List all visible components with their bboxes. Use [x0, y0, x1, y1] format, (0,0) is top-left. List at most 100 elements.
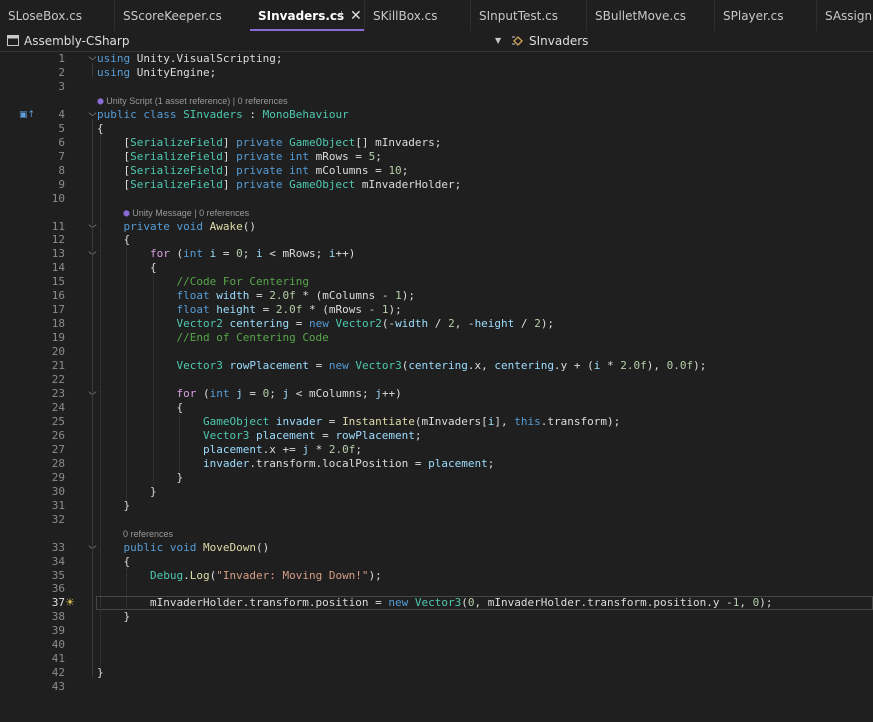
code-token: for	[149, 247, 170, 260]
project-selector[interactable]: Assembly-CSharp ▼	[0, 31, 508, 51]
class-selector[interactable]: SInvaders	[509, 31, 873, 51]
code-token: );	[368, 569, 382, 582]
code-line: 25 GameObject invader = Instantiate(mInv…	[0, 415, 873, 429]
code-text: {	[97, 401, 183, 415]
code-token: ]	[222, 150, 237, 163]
line-number: 32	[51, 513, 65, 526]
indent-guide	[126, 568, 127, 610]
line-number: 15	[51, 275, 65, 288]
code-token: ++)	[335, 247, 356, 260]
code-lens-text[interactable]: ⬢ Unity Message | 0 references	[123, 206, 249, 221]
code-token: public	[97, 108, 137, 121]
code-token: :	[242, 108, 263, 121]
code-line: 38 }	[0, 610, 873, 624]
code-line: 2 using UnityEngine;	[0, 66, 873, 80]
code-token: "Invader: Moving Down!"	[216, 569, 369, 582]
code-text: GameObject invader = Instantiate(mInvade…	[97, 415, 620, 429]
code-token: Vector3	[176, 359, 223, 372]
code-token: private	[236, 136, 283, 149]
code-token: 2.0f	[328, 443, 356, 456]
current-line-highlight	[96, 596, 873, 610]
chevron-down-icon[interactable]: ▼	[495, 31, 501, 51]
pin-icon[interactable]: ⊣	[334, 0, 343, 29]
code-token: j	[375, 387, 382, 400]
line-number: 37	[51, 596, 65, 609]
tab-sinputtest[interactable]: SInputTest.cs	[470, 0, 586, 31]
tab-splayer[interactable]: SPlayer.cs	[714, 0, 816, 31]
code-token: , -	[454, 317, 475, 330]
line-number: 12	[51, 233, 65, 246]
line-number: 11	[51, 220, 65, 233]
indent-guide	[100, 135, 101, 666]
tab-sinvaders[interactable]: SInvaders.cs ⊣ ✕	[250, 0, 364, 31]
code-token: 1	[395, 289, 402, 302]
code-token: ]	[222, 178, 237, 191]
code-token: .x,	[467, 359, 495, 372]
code-token: int	[289, 164, 309, 177]
line-number: 23	[51, 387, 65, 400]
tab-sassignm[interactable]: SAssignm	[816, 0, 873, 31]
fold-region-line	[92, 63, 93, 77]
line-number: 1	[58, 52, 65, 65]
code-line: 30 }	[0, 485, 873, 499]
line-number: 35	[51, 569, 65, 582]
code-text: for (int i = 0; i < mRows; i++)	[97, 247, 355, 261]
code-token: .	[183, 569, 190, 582]
code-text: }	[97, 471, 183, 485]
indent-guide	[126, 246, 127, 499]
code-line: 26 Vector3 placement = rowPlacement;	[0, 429, 873, 443]
close-icon[interactable]: ✕	[350, 0, 362, 29]
code-token: );	[693, 359, 707, 372]
code-token: int	[209, 387, 230, 400]
line-number: 16	[51, 289, 65, 302]
code-lens-text[interactable]: 0 references	[123, 527, 173, 541]
code-token: .x +=	[262, 443, 303, 456]
tab-sscorekeeper[interactable]: SScoreKeeper.cs	[114, 0, 250, 31]
code-text: }	[97, 499, 130, 513]
line-number: 18	[51, 317, 65, 330]
code-line: 32	[0, 513, 873, 527]
line-number: 24	[51, 401, 65, 414]
code-line: 9 [SerializeField] private GameObject mI…	[0, 178, 873, 192]
code-token: Instantiate	[342, 415, 415, 428]
code-text: //Code For Centering	[97, 275, 308, 289]
code-token: /	[428, 317, 449, 330]
code-token: (	[196, 387, 210, 400]
code-line: 27 placement.x += j * 2.0f;	[0, 443, 873, 457]
code-token: j	[236, 387, 243, 400]
code-token: 2	[448, 317, 455, 330]
code-editor[interactable]: 1 ⌵ using Unity.VisualScripting; 2 using Uni…	[0, 52, 873, 722]
code-token: mInvaderHolder;	[355, 178, 462, 191]
code-token: [	[97, 178, 131, 191]
code-text: //End of Centering Code	[97, 331, 328, 345]
tab-sbulletmove[interactable]: SBulletMove.cs	[586, 0, 714, 31]
inherits-icon[interactable]: ▣↑	[19, 109, 35, 121]
code-token: new	[328, 359, 349, 372]
code-lens-text[interactable]: ⬢ Unity Script (1 asset reference) | 0 r…	[97, 94, 288, 109]
code-token: * (mRows -	[302, 303, 382, 316]
code-line: 4 ⌵ public class SInvaders : MonoBehaviour	[0, 108, 873, 122]
indent-guide	[153, 274, 154, 485]
code-line: 13⌵ for (int i = 0; i < mRows; i++)	[0, 247, 873, 261]
lightbulb-icon[interactable]: ☀	[65, 596, 79, 610]
navigation-bar: Assembly-CSharp ▼ SInvaders	[0, 31, 873, 52]
code-token: centering	[494, 359, 555, 372]
code-token: 10	[388, 164, 402, 177]
tab-slosebox[interactable]: SLoseBox.cs	[0, 0, 114, 31]
code-token: 2.0f	[275, 303, 303, 316]
code-token: {	[97, 555, 131, 568]
line-number: 21	[51, 359, 65, 372]
code-token: height	[216, 303, 256, 316]
class-name: SInvaders	[529, 34, 589, 48]
code-text: float width = 2.0f * (mColumns - 1);	[97, 289, 414, 303]
line-number: 14	[51, 261, 65, 274]
code-text: using UnityEngine;	[97, 66, 216, 80]
tab-skillbox[interactable]: SKillBox.cs	[364, 0, 470, 31]
line-number: 3	[58, 80, 65, 93]
code-line: 36	[0, 582, 873, 596]
code-line: 22	[0, 373, 873, 387]
code-token: {	[97, 401, 184, 414]
code-line: 18 Vector2 centering = new Vector2(-widt…	[0, 317, 873, 331]
